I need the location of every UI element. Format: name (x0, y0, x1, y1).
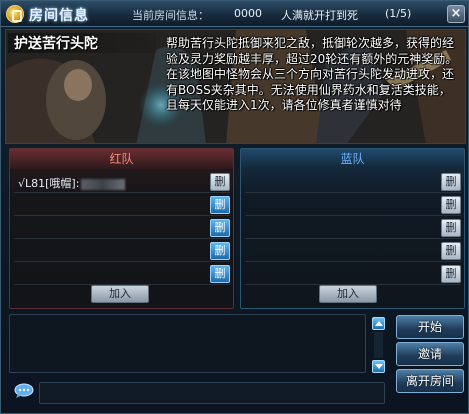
window-title: 房间信息 (29, 8, 89, 24)
blue-team-header: 蓝队 (241, 149, 464, 169)
room-info-window: 房间信息 当前房间信息： 0000 人满就开打到死 (1/5) × 护送苦行头陀… (0, 0, 469, 414)
redacted-name (81, 178, 126, 190)
join-blue-team-button[interactable]: 加入 (319, 285, 377, 303)
red-slot-2-remove-button[interactable]: 删 (210, 196, 230, 214)
mode-tab: 护送苦行头陀 (8, 33, 156, 53)
chat-scrollbar[interactable] (374, 332, 383, 358)
red-team-header: 红队 (10, 149, 233, 169)
red-slot-1[interactable]: √L81[哦帽]: 删 (14, 171, 230, 193)
mode-banner: 护送苦行头陀 帮助苦行头陀抵御来犯之敌，抵御轮次越多，获得的经验及灵力奖励越丰厚… (5, 29, 466, 144)
room-info-icon (6, 5, 24, 23)
blue-slot-3-remove-button[interactable]: 删 (441, 219, 461, 237)
chat-input[interactable] (39, 382, 385, 404)
blue-slot-4-remove-button[interactable]: 删 (441, 242, 461, 260)
invite-button[interactable]: 邀请 (396, 342, 464, 366)
room-description: 人满就开打到死 (281, 9, 358, 22)
red-slot-3[interactable]: 删 (14, 217, 230, 239)
join-red-team-button[interactable]: 加入 (91, 285, 149, 303)
red-slot-5[interactable]: 删 (14, 263, 230, 285)
mode-name: 护送苦行头陀 (14, 36, 98, 52)
blue-slot-3[interactable]: 删 (245, 217, 461, 239)
red-slot-player: √L81[哦帽]: (18, 175, 126, 191)
arrow-up-icon[interactable] (372, 317, 385, 330)
blue-slot-1-remove-button[interactable]: 删 (441, 173, 461, 191)
blue-slot-2[interactable]: 删 (245, 194, 461, 216)
red-slot-4-remove-button[interactable]: 删 (210, 242, 230, 260)
blue-slot-2-remove-button[interactable]: 删 (441, 196, 461, 214)
room-player-count: (1/5) (385, 7, 412, 20)
red-slot-2[interactable]: 删 (14, 194, 230, 216)
red-slot-5-remove-button[interactable]: 删 (210, 265, 230, 283)
red-slot-4[interactable]: 删 (14, 240, 230, 262)
arrow-down-icon[interactable] (372, 360, 385, 373)
mode-description: 帮助苦行头陀抵御来犯之敌，抵御轮次越多，获得的经验及灵力奖励越丰厚，超过20轮还… (166, 36, 458, 112)
title-bar[interactable]: 房间信息 当前房间信息： 0000 人满就开打到死 (1/5) × (1, 1, 468, 27)
leave-room-button[interactable]: 离开房间 (396, 369, 464, 393)
blue-slot-5-remove-button[interactable]: 删 (441, 265, 461, 283)
close-button[interactable]: × (447, 5, 465, 23)
red-slot-3-remove-button[interactable]: 删 (210, 219, 230, 237)
red-team-panel: 红队 √L81[哦帽]: 删 删 删 删 删 加入 (9, 148, 234, 309)
blue-slot-1[interactable]: 删 (245, 171, 461, 193)
chat-log[interactable] (9, 314, 366, 373)
blue-slot-5[interactable]: 删 (245, 263, 461, 285)
blue-slot-4[interactable]: 删 (245, 240, 461, 262)
blue-team-panel: 蓝队 删 删 删 删 删 加入 (240, 148, 465, 309)
room-number: 0000 (234, 7, 262, 20)
close-icon: × (450, 6, 462, 21)
red-slot-1-remove-button[interactable]: 删 (210, 173, 230, 191)
room-info-label: 当前房间信息： (132, 9, 209, 22)
start-button[interactable]: 开始 (396, 315, 464, 339)
chat-bubble-icon[interactable] (14, 383, 34, 399)
